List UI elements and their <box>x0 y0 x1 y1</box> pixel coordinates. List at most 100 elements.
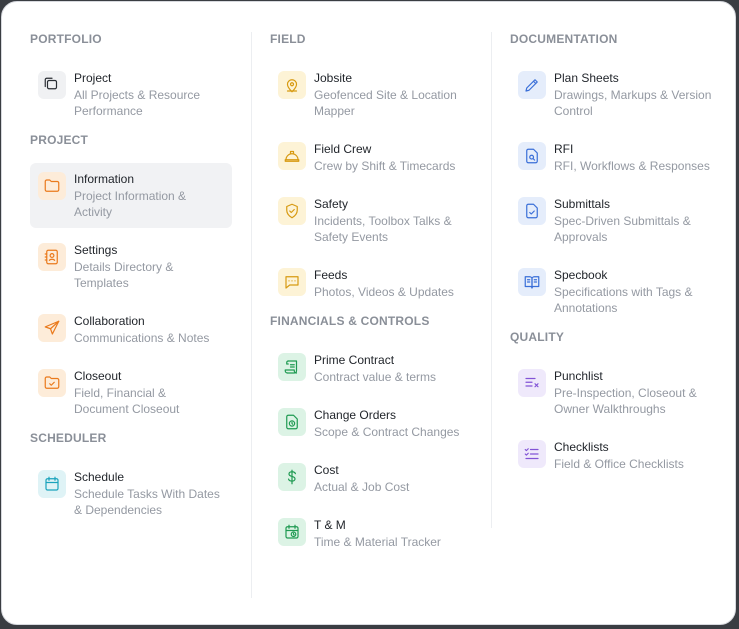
menu-item-text: Information Project Information & Activit… <box>74 171 224 220</box>
list-x-icon <box>518 369 546 397</box>
menu-item-title: Plan Sheets <box>554 71 619 85</box>
menu-item-t-m[interactable]: T & M Time & Material Tracker <box>270 509 475 558</box>
menu-item-title: T & M <box>314 518 346 532</box>
menu-item-punchlist[interactable]: Punchlist Pre-Inspection, Closeout & Owne… <box>510 360 720 425</box>
menu-item-description: Drawings, Markups & Version Control <box>554 88 712 118</box>
scroll-icon <box>278 353 306 381</box>
menu-item-closeout[interactable]: Closeout Field, Financial & Document Clos… <box>30 360 232 425</box>
menu-item-text: Collaboration Communications & Notes <box>74 313 209 346</box>
navigation-menu-panel: PORTFOLIO Project All Projects & Resource … <box>1 1 736 625</box>
menu-item-description: RFI, Workflows & Responses <box>554 159 710 173</box>
menu-item-text: Cost Actual & Job Cost <box>314 462 409 495</box>
menu-item-text: Change Orders Scope & Contract Changes <box>314 407 459 440</box>
menu-item-schedule[interactable]: Schedule Schedule Tasks With Dates & Depe… <box>30 461 232 526</box>
menu-item-text: Jobsite Geofenced Site & Location Mapper <box>314 70 467 119</box>
menu-item-description: Project Information & Activity <box>74 189 187 219</box>
menu-item-title: Feeds <box>314 268 348 282</box>
menu-item-text: Project All Projects & Resource Performan… <box>74 70 224 119</box>
section-heading: FINANCIALS & CONTROLS <box>270 314 430 328</box>
menu-item-description: Details Directory & Templates <box>74 260 174 290</box>
menu-item-text: Feeds Photos, Videos & Updates <box>314 267 454 300</box>
column-divider <box>491 32 492 528</box>
menu-item-prime-contract[interactable]: Prime Contract Contract value & terms <box>270 344 475 393</box>
menu-item-title: Punchlist <box>554 369 603 383</box>
menu-column-3: DOCUMENTATION Plan Sheets Drawings, Markup… <box>510 32 720 480</box>
location-pin-icon <box>278 71 306 99</box>
menu-item-description: Photos, Videos & Updates <box>314 285 454 299</box>
menu-item-title: RFI <box>554 142 574 156</box>
menu-item-title: Cost <box>314 463 339 477</box>
menu-item-description: Schedule Tasks With Dates & Dependencies <box>74 487 220 517</box>
menu-item-submittals[interactable]: Submittals Spec-Driven Submittals & Appro… <box>510 188 720 253</box>
menu-item-text: Schedule Schedule Tasks With Dates & Depe… <box>74 469 224 518</box>
menu-item-description: Geofenced Site & Location Mapper <box>314 88 457 118</box>
contact-book-icon <box>38 243 66 271</box>
menu-item-plan-sheets[interactable]: Plan Sheets Drawings, Markups & Version C… <box>510 62 720 127</box>
section-heading: QUALITY <box>510 330 565 344</box>
menu-item-title: Settings <box>74 243 118 257</box>
menu-item-settings[interactable]: Settings Details Directory & Templates <box>30 234 232 299</box>
shield-check-icon <box>278 197 306 225</box>
menu-item-collaboration[interactable]: Collaboration Communications & Notes <box>30 305 232 354</box>
menu-item-title: Jobsite <box>314 71 353 85</box>
menu-item-description: Field, Financial & Document Closeout <box>74 386 180 416</box>
menu-item-title: Specbook <box>554 268 608 282</box>
menu-item-feeds[interactable]: Feeds Photos, Videos & Updates <box>270 259 475 308</box>
menu-item-text: T & M Time & Material Tracker <box>314 517 441 550</box>
menu-item-title: Field Crew <box>314 142 372 156</box>
menu-item-text: Punchlist Pre-Inspection, Closeout & Owne… <box>554 368 712 417</box>
menu-item-description: Spec-Driven Submittals & Approvals <box>554 214 691 244</box>
menu-item-title: Schedule <box>74 470 125 484</box>
calendar-icon <box>38 470 66 498</box>
menu-item-text: Prime Contract Contract value & terms <box>314 352 436 385</box>
menu-column-2: FIELD Jobsite Geofenced Site & Location Ma… <box>270 32 475 558</box>
menu-item-checklists[interactable]: Checklists Field & Office Checklists <box>510 431 720 480</box>
section-heading: SCHEDULER <box>30 431 107 445</box>
menu-item-specbook[interactable]: Specbook Specifications with Tags & Annot… <box>510 259 720 324</box>
menu-item-description: Specifications with Tags & Annotations <box>554 285 693 315</box>
menu-item-text: Plan Sheets Drawings, Markups & Version C… <box>554 70 712 119</box>
folder-icon <box>38 172 66 200</box>
column-divider <box>251 32 252 598</box>
menu-item-description: Crew by Shift & Timecards <box>314 159 456 173</box>
menu-item-description: Incidents, Toolbox Talks & Safety Events <box>314 214 452 244</box>
menu-item-change-orders[interactable]: Change Orders Scope & Contract Changes <box>270 399 475 448</box>
menu-item-information[interactable]: Information Project Information & Activit… <box>30 163 232 228</box>
menu-item-description: Pre-Inspection, Closeout & Owner Walkthr… <box>554 386 697 416</box>
menu-item-text: Specbook Specifications with Tags & Annot… <box>554 267 712 316</box>
pencil-icon <box>518 71 546 99</box>
menu-item-title: Information <box>74 172 135 186</box>
menu-item-text: Checklists Field & Office Checklists <box>554 439 684 472</box>
menu-item-description: Scope & Contract Changes <box>314 425 460 439</box>
menu-item-description: Time & Material Tracker <box>314 535 441 549</box>
menu-item-text: Submittals Spec-Driven Submittals & Appro… <box>554 196 712 245</box>
menu-item-text: Field Crew Crew by Shift & Timecards <box>314 141 455 174</box>
folders-icon <box>38 71 66 99</box>
menu-item-description: Actual & Job Cost <box>314 480 410 494</box>
file-check-icon <box>518 197 546 225</box>
section-heading: DOCUMENTATION <box>510 32 618 46</box>
menu-column-1: PORTFOLIO Project All Projects & Resource … <box>30 32 232 526</box>
menu-item-description: Contract value & terms <box>314 370 437 384</box>
section-heading: PROJECT <box>30 133 89 147</box>
menu-item-cost[interactable]: Cost Actual & Job Cost <box>270 454 475 503</box>
menu-item-description: Field & Office Checklists <box>554 457 684 471</box>
menu-item-jobsite[interactable]: Jobsite Geofenced Site & Location Mapper <box>270 62 475 127</box>
section-heading: FIELD <box>270 32 306 46</box>
menu-item-safety[interactable]: Safety Incidents, Toolbox Talks & Safety … <box>270 188 475 253</box>
menu-item-field-crew[interactable]: Field Crew Crew by Shift & Timecards <box>270 133 475 182</box>
calendar-clock-icon <box>278 518 306 546</box>
chat-bubble-icon <box>278 268 306 296</box>
open-book-icon <box>518 268 546 296</box>
menu-item-rfi[interactable]: RFI RFI, Workflows & Responses <box>510 133 720 182</box>
menu-item-text: Closeout Field, Financial & Document Clos… <box>74 368 224 417</box>
menu-item-project[interactable]: Project All Projects & Resource Performan… <box>30 62 232 127</box>
checklist-icon <box>518 440 546 468</box>
menu-item-description: Communications & Notes <box>74 331 210 345</box>
hard-hat-icon <box>278 142 306 170</box>
